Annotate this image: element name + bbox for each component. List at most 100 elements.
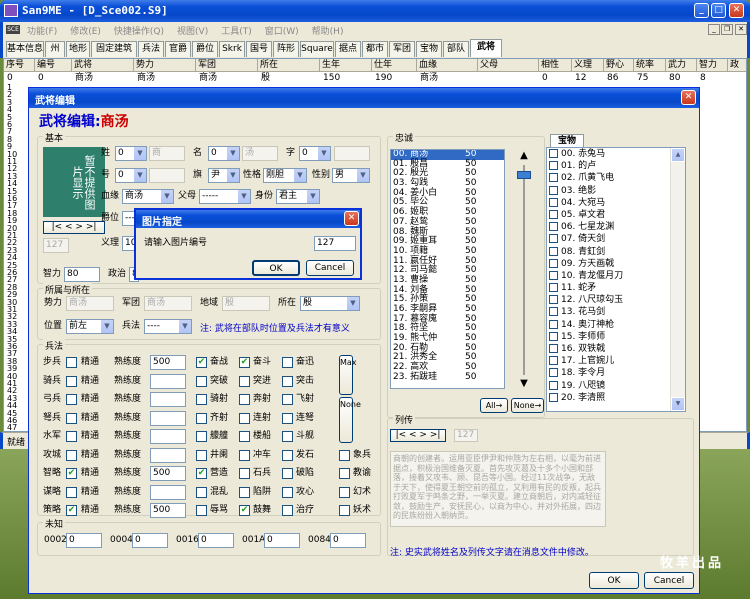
- menu-item[interactable]: 修改(E): [70, 27, 101, 37]
- surname-select[interactable]: 0 ▼: [115, 146, 147, 161]
- corps-field[interactable]: 商汤: [144, 296, 192, 311]
- tab-10[interactable]: Square: [300, 41, 334, 57]
- special-checkbox[interactable]: [282, 486, 293, 498]
- list-item[interactable]: 10. 青龙偃月刀: [547, 270, 685, 282]
- tactic-checkbox[interactable]: [66, 431, 77, 442]
- list-item[interactable]: 12. 八尺琼勾玉: [547, 294, 685, 306]
- table-row[interactable]: 0 0 商汤 商汤 商汤殷 150 190 商汤 0 12 86 75 80 8: [4, 73, 746, 84]
- courtesy-field[interactable]: [334, 146, 370, 161]
- treasure-scrollbar[interactable]: ▲ ▼: [670, 148, 685, 411]
- tab-5[interactable]: 官爵: [165, 41, 191, 57]
- tab-11[interactable]: 据点: [335, 41, 361, 57]
- spin-up-button[interactable]: ▲: [517, 149, 531, 163]
- parent-select[interactable]: ----- ▼: [199, 189, 251, 204]
- tactic-select[interactable]: ---- ▼: [144, 319, 192, 334]
- special-checkbox[interactable]: [239, 394, 250, 405]
- tab-9[interactable]: 阵形: [273, 41, 299, 57]
- special-checkbox[interactable]: [239, 468, 250, 479]
- treasure-checkbox[interactable]: [549, 246, 558, 256]
- nickname-field[interactable]: [149, 168, 185, 183]
- list-item[interactable]: 15. 李师师: [547, 331, 685, 343]
- special-checkbox[interactable]: [282, 449, 293, 461]
- list-item[interactable]: 03. 绝影: [547, 185, 685, 197]
- column-header[interactable]: 武力: [666, 59, 697, 72]
- column-header[interactable]: 所在: [258, 59, 320, 72]
- menu-item[interactable]: 功能(F): [27, 27, 57, 37]
- special-checkbox[interactable]: [196, 486, 207, 498]
- special-checkbox[interactable]: [196, 412, 207, 424]
- exp-field[interactable]: 500: [150, 355, 186, 370]
- minimize-button[interactable]: _: [694, 3, 709, 18]
- list-item[interactable]: 02. 爪黄飞电: [547, 172, 685, 184]
- special-checkbox[interactable]: [239, 412, 250, 424]
- treasure-checkbox[interactable]: [549, 149, 558, 158]
- given-name-select[interactable]: 0 ▼: [208, 146, 240, 161]
- int-field[interactable]: 80: [64, 267, 100, 282]
- unknown-field[interactable]: 0: [66, 533, 102, 548]
- list-item[interactable]: 16. 双铁戟: [547, 343, 685, 355]
- extra-checkbox[interactable]: [339, 468, 350, 479]
- unknown-field[interactable]: 0: [198, 533, 234, 548]
- special-checkbox[interactable]: [282, 431, 293, 442]
- special-checkbox[interactable]: [239, 375, 250, 387]
- list-item[interactable]: 06. 七星龙渊: [547, 221, 685, 233]
- exp-field[interactable]: 500: [150, 503, 186, 518]
- column-header[interactable]: 统率: [634, 59, 666, 72]
- special-checkbox[interactable]: [239, 449, 250, 461]
- tab-3[interactable]: 固定建筑: [91, 41, 137, 57]
- treasure-checkbox[interactable]: [549, 270, 558, 280]
- special-checkbox[interactable]: [239, 486, 250, 498]
- loyalty-list[interactable]: 00. 商汤 50 01. 殷昌 50 02. 殷光 50 03. 勾践 50 04. 姜小白 5…: [390, 149, 505, 389]
- unknown-field[interactable]: 0: [330, 533, 366, 548]
- column-header[interactable]: 生年: [320, 59, 372, 72]
- mdi-min-icon[interactable]: _: [708, 24, 720, 35]
- special-checkbox[interactable]: [196, 375, 207, 387]
- tactic-checkbox[interactable]: [66, 357, 77, 368]
- exp-field[interactable]: 500: [150, 466, 186, 481]
- maximize-button[interactable]: □: [711, 3, 726, 18]
- tactic-checkbox[interactable]: [66, 394, 77, 405]
- extra-checkbox[interactable]: [339, 505, 350, 516]
- tab-4[interactable]: 兵法: [138, 41, 164, 57]
- menu-item[interactable]: 工具(T): [221, 27, 252, 37]
- exp-field[interactable]: [150, 447, 186, 463]
- banner-select[interactable]: 尹 ▼: [208, 168, 240, 183]
- portrait-index-field[interactable]: 127: [43, 238, 69, 253]
- mdi-close-icon[interactable]: ✕: [735, 24, 747, 35]
- list-item[interactable]: 09. 方天画戟: [547, 258, 685, 270]
- unknown-field[interactable]: 0: [132, 533, 168, 548]
- list-item[interactable]: 19. 八咫镜: [547, 380, 685, 392]
- treasure-checkbox[interactable]: [549, 295, 558, 305]
- tactic-checkbox[interactable]: [66, 486, 77, 498]
- treasure-checkbox[interactable]: [549, 307, 558, 317]
- menu-item[interactable]: 帮助(H): [312, 27, 344, 37]
- column-header[interactable]: 义理: [572, 59, 604, 72]
- treasure-checkbox[interactable]: [549, 222, 558, 232]
- column-header[interactable]: 序号: [4, 59, 35, 72]
- special-checkbox[interactable]: [282, 375, 293, 387]
- tactic-checkbox[interactable]: [66, 449, 77, 461]
- gender-select[interactable]: 男 ▼: [332, 168, 370, 183]
- dialog-ok-button[interactable]: OK: [589, 572, 639, 589]
- column-header[interactable]: 相性: [539, 59, 572, 72]
- column-header[interactable]: 政: [728, 59, 746, 72]
- special-checkbox[interactable]: [196, 505, 207, 516]
- tab-treasure[interactable]: 宝物: [550, 134, 584, 148]
- treasure-checkbox[interactable]: [549, 173, 558, 183]
- menu-item[interactable]: 视图(V): [177, 27, 208, 37]
- special-checkbox[interactable]: [282, 412, 293, 424]
- treasure-checkbox[interactable]: [549, 283, 558, 293]
- position-select[interactable]: 前左 ▼: [66, 319, 114, 334]
- special-checkbox[interactable]: ✔: [239, 505, 250, 516]
- list-item[interactable]: 14. 奥汀神枪: [547, 319, 685, 331]
- treasure-checkbox[interactable]: [549, 319, 558, 329]
- special-checkbox[interactable]: ✔: [196, 357, 207, 368]
- tab-2[interactable]: 地形: [66, 41, 90, 57]
- list-item[interactable]: 11. 蛇矛: [547, 282, 685, 294]
- list-item[interactable]: 08. 青釭剑: [547, 246, 685, 258]
- special-checkbox[interactable]: [282, 505, 293, 516]
- treasure-checkbox[interactable]: [549, 331, 558, 341]
- column-header[interactable]: 军团: [196, 59, 258, 72]
- special-checkbox[interactable]: [282, 357, 293, 368]
- treasure-checkbox[interactable]: [549, 392, 558, 402]
